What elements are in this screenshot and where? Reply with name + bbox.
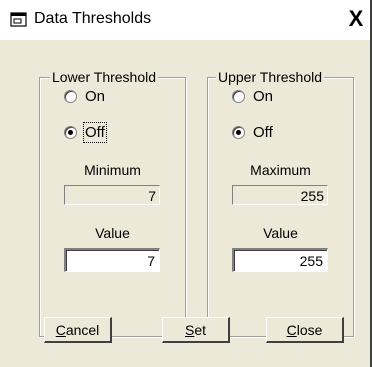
upper-threshold-legend: Upper Threshold — [216, 69, 325, 85]
cancel-rest: ancel — [65, 322, 100, 338]
lower-off-label[interactable]: Off — [83, 121, 107, 143]
lower-threshold-legend: Lower Threshold — [50, 69, 159, 85]
maximum-label: Maximum — [250, 162, 311, 178]
upper-off-radio[interactable] — [232, 125, 245, 139]
upper-value-input[interactable] — [232, 248, 328, 272]
minimum-value-field: 7 — [64, 185, 160, 205]
set-button[interactable]: Set — [162, 317, 230, 343]
lower-value-label: Value — [95, 225, 130, 241]
close-button[interactable]: Close — [266, 317, 344, 343]
title-bar[interactable]: Data Thresholds X — [0, 0, 370, 40]
close-icon[interactable]: X — [345, 6, 367, 32]
upper-off-radio-row[interactable]: Off — [232, 122, 273, 142]
upper-on-radio[interactable] — [232, 89, 245, 103]
set-accel: S — [184, 322, 195, 338]
lower-on-radio[interactable] — [64, 89, 77, 103]
upper-off-label[interactable]: Off — [253, 124, 273, 141]
minimum-label: Minimum — [84, 162, 141, 178]
lower-threshold-group: Lower Threshold On Off Minimum 7 Value — [39, 69, 186, 337]
upper-on-radio-row[interactable]: On — [232, 86, 273, 106]
set-rest: et — [194, 322, 207, 338]
cancel-accel: C — [55, 322, 66, 338]
lower-off-radio-row[interactable]: Off — [64, 121, 107, 143]
window-title: Data Thresholds — [34, 10, 152, 27]
dialog-body: Lower Threshold On Off Minimum 7 Value U… — [0, 40, 370, 367]
maximum-value-field: 255 — [232, 185, 328, 205]
data-thresholds-dialog: Data Thresholds X Lower Threshold On Off… — [0, 0, 372, 367]
close-rest: lose — [296, 322, 323, 338]
lower-off-radio[interactable] — [64, 125, 77, 139]
lower-on-radio-row[interactable]: On — [64, 86, 105, 106]
window-icon — [10, 12, 27, 27]
upper-on-label[interactable]: On — [253, 88, 273, 105]
lower-value-input[interactable] — [64, 248, 160, 272]
close-accel: C — [286, 322, 297, 338]
upper-threshold-group: Upper Threshold On Off Maximum 255 Value — [207, 69, 354, 337]
cancel-button[interactable]: Cancel — [44, 317, 112, 343]
lower-on-label[interactable]: On — [85, 88, 105, 105]
upper-value-label: Value — [263, 225, 298, 241]
